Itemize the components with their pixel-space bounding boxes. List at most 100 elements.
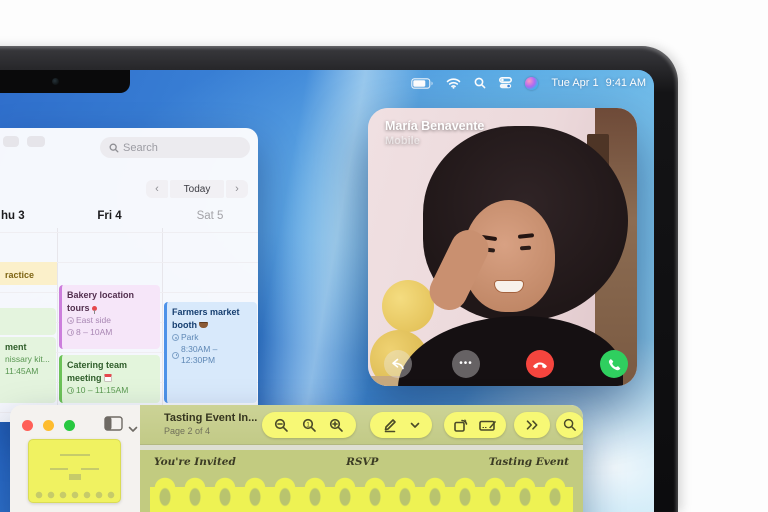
double-chevron-icon — [526, 420, 539, 430]
rotate-icon — [453, 418, 469, 433]
zoom-in-button[interactable] — [329, 418, 344, 433]
more-tools-button[interactable] — [514, 412, 550, 438]
event-title: ractice — [5, 270, 34, 280]
event-title: Catering team meeting — [67, 360, 127, 383]
photo-sweater — [398, 316, 623, 386]
ellipsis-icon: ••• — [459, 358, 473, 369]
caller-label: Mobile — [385, 135, 420, 147]
more-options-button[interactable]: ••• — [452, 350, 480, 378]
accept-call-button[interactable] — [600, 350, 628, 378]
chevron-right-icon: › — [235, 183, 239, 195]
zoom-out-button[interactable] — [274, 418, 289, 433]
papel-picado-scallops — [150, 473, 573, 488]
day-header-fri[interactable]: Fri 4 — [57, 210, 162, 222]
hour-gridline — [0, 232, 258, 233]
event-bakery-tours[interactable]: Bakery location tours East side 8 – 10AM — [59, 285, 160, 349]
form-fill-icon — [479, 419, 497, 432]
chevron-left-icon: ‹ — [155, 183, 159, 195]
day-header-thu[interactable]: hu 3 — [1, 210, 25, 222]
photo-yellow-lantern — [382, 280, 434, 332]
event-catering-meeting[interactable]: Catering team meeting 10 – 11:15AM — [59, 355, 160, 403]
invite-label-center: RSVP — [346, 456, 378, 468]
page-indicator: Page 2 of 4 — [164, 426, 210, 436]
markup-dropdown-button[interactable] — [410, 422, 420, 429]
event-title: ment — [5, 342, 27, 352]
rotate-button[interactable] — [453, 418, 469, 433]
close-button[interactable] — [22, 420, 33, 431]
facetime-video-photo — [368, 108, 637, 386]
chevron-down-icon — [410, 422, 420, 429]
papel-picado-pattern — [150, 487, 573, 512]
sidebar-dropdown-button[interactable] — [128, 420, 138, 438]
round-pushpin-emoji-icon — [92, 306, 97, 311]
wifi-icon[interactable] — [446, 78, 461, 89]
today-button[interactable]: Today — [170, 180, 224, 198]
zoom-window-button[interactable] — [64, 420, 75, 431]
menu-bar-time[interactable]: 9:41 AM — [606, 77, 646, 89]
search-icon — [109, 143, 119, 153]
markup-pencil-button[interactable] — [382, 417, 398, 433]
phone-down-icon — [532, 360, 548, 369]
next-day-button[interactable]: › — [226, 180, 248, 198]
zoom-actual-size-icon: 1 — [302, 418, 317, 433]
event-location: nissary kit... — [5, 354, 50, 365]
chevron-down-icon — [128, 426, 138, 433]
menu-bar: Tue Apr 1 9:41 AM — [140, 70, 646, 96]
reply-message-button[interactable] — [384, 350, 412, 378]
calendar-toolbar-button[interactable] — [27, 136, 45, 147]
rotate-fill-group — [444, 412, 506, 438]
event-block[interactable] — [0, 308, 56, 335]
siri-icon[interactable] — [525, 77, 538, 90]
phone-icon — [608, 358, 621, 371]
camera-dot — [52, 78, 59, 85]
prev-day-button[interactable]: ‹ — [146, 180, 168, 198]
preview-window: You're Invited RSVP Tasting Event Tastin… — [10, 405, 583, 512]
search-icon — [563, 418, 577, 432]
sidebar-icon — [104, 416, 123, 431]
calendar-window: Search ‹ Today › hu 3 Fri 4 Sat 5 — [0, 128, 258, 422]
window-title: Tasting Event In... — [164, 412, 257, 424]
spotlight-search-icon[interactable] — [474, 77, 486, 89]
document-page-edge — [140, 445, 583, 450]
column-divider — [162, 228, 163, 422]
calendar-search-field[interactable]: Search — [100, 137, 250, 158]
column-divider — [57, 228, 58, 422]
day-header-row: hu 3 Fri 4 Sat 5 — [0, 210, 258, 228]
preview-sidebar — [10, 405, 140, 512]
form-fill-button[interactable] — [479, 419, 497, 432]
control-center-icon[interactable] — [499, 77, 512, 89]
menu-bar-date[interactable]: Tue Apr 1 — [551, 77, 598, 89]
battery-icon[interactable] — [411, 78, 433, 89]
event-time: 11:45AM — [5, 366, 38, 377]
event-time: 8:30AM – 12:30PM — [181, 344, 253, 366]
today-label: Today — [184, 184, 211, 195]
event-location: East side — [76, 315, 111, 326]
basket-emoji-icon — [199, 322, 208, 328]
event-farmers-market[interactable]: Farmers market booth Park 8:30AM – 12:30… — [164, 302, 257, 403]
location-icon — [172, 334, 179, 341]
event-commissary[interactable]: ment nissary kit... 11:45AM — [0, 337, 56, 403]
event-practice[interactable]: ractice — [0, 262, 57, 285]
preview-document-area: You're Invited RSVP Tasting Event — [140, 445, 583, 512]
calendar-date-nav: ‹ Today › — [146, 180, 248, 198]
invite-label-left: You're Invited — [154, 456, 236, 468]
decline-call-button[interactable] — [526, 350, 554, 378]
document-search-button[interactable] — [556, 412, 583, 438]
clock-icon — [67, 329, 74, 336]
day-header-sat[interactable]: Sat 5 — [162, 210, 258, 222]
clock-icon — [172, 352, 179, 359]
preview-toolbar: Tasting Event In... Page 2 of 4 — [140, 405, 583, 445]
svg-text:1: 1 — [306, 421, 310, 428]
calendar-toolbar-button[interactable] — [3, 136, 19, 147]
markup-controls-group — [370, 412, 432, 438]
photo-smile — [494, 280, 524, 293]
search-placeholder: Search — [123, 142, 158, 154]
zoom-actual-size-button[interactable]: 1 — [302, 418, 317, 433]
clock-icon — [67, 387, 74, 394]
event-time: 10 – 11:15AM — [76, 385, 128, 396]
page-thumbnail[interactable] — [28, 439, 121, 503]
minimize-button[interactable] — [43, 420, 54, 431]
sidebar-toggle-button[interactable] — [104, 416, 123, 436]
zoom-in-icon — [329, 418, 344, 433]
facetime-call-window: María Benavente Mobile ••• — [368, 108, 637, 386]
